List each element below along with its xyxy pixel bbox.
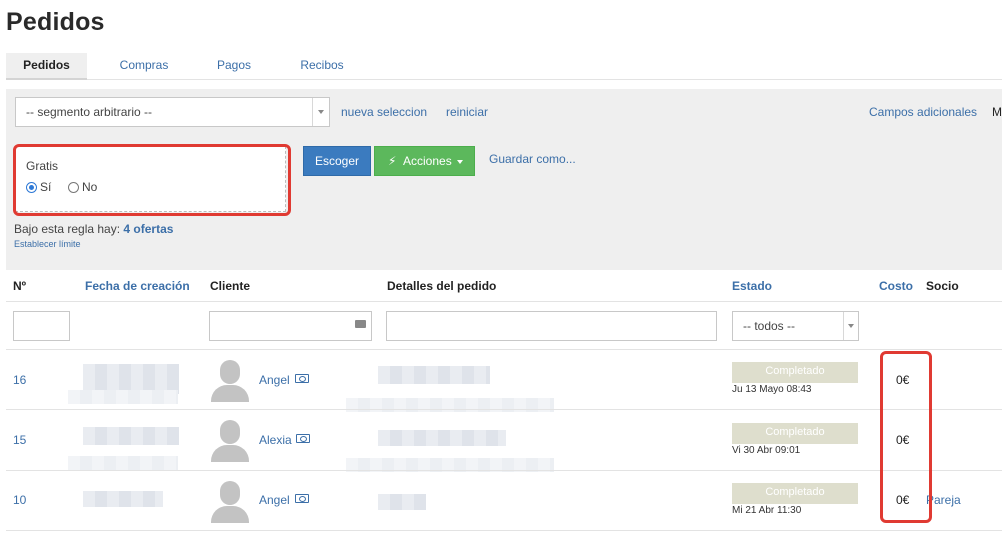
- table-row: 10 Angel Completado Mi 21 Abr 11:30 0€ P…: [6, 470, 1002, 530]
- client-name[interactable]: Angel: [259, 493, 290, 507]
- status-date: Mi 21 Abr 11:30: [732, 505, 802, 516]
- client-filter-input[interactable]: [209, 311, 372, 341]
- set-limit-link[interactable]: Establecer límite: [14, 239, 81, 249]
- col-header-details: Detalles del pedido: [387, 279, 497, 293]
- redacted-order-details: [378, 494, 426, 510]
- chevron-down-icon: [843, 312, 858, 340]
- redacted-created-date: [83, 427, 179, 445]
- money-icon[interactable]: [295, 374, 309, 383]
- redacted-order-details: [378, 366, 490, 384]
- table-row: 16 Angel Completado Ju 13 Mayo 08:43 0€: [6, 349, 1002, 412]
- status-filter-select[interactable]: -- todos --: [732, 311, 859, 341]
- col-header-client: Cliente: [210, 279, 251, 293]
- rule-offer-count[interactable]: 4 ofertas: [123, 222, 173, 236]
- money-icon[interactable]: [295, 494, 309, 503]
- order-number[interactable]: 16: [13, 373, 26, 387]
- more-link-truncated[interactable]: M: [992, 105, 1002, 119]
- order-number[interactable]: 15: [13, 433, 26, 447]
- status-badge: Completado: [732, 483, 858, 504]
- avatar: [210, 481, 250, 523]
- col-header-partner: Socio: [926, 279, 959, 293]
- col-header-status[interactable]: Estado: [732, 279, 772, 293]
- gratis-highlight: [13, 144, 291, 216]
- client-name[interactable]: Angel: [259, 373, 290, 387]
- order-number[interactable]: 10: [13, 493, 26, 507]
- tab-pedidos[interactable]: Pedidos: [6, 53, 87, 80]
- header-divider: [6, 301, 1002, 302]
- rule-summary: Bajo esta regla hay: 4 ofertas: [14, 222, 173, 236]
- avatar: [210, 360, 250, 402]
- rule-summary-text: Bajo esta regla hay:: [14, 222, 121, 236]
- redacted-created-date: [83, 491, 163, 507]
- col-header-number: Nº: [13, 279, 27, 293]
- avatar: [210, 420, 250, 462]
- additional-fields-link[interactable]: Campos adicionales: [869, 105, 977, 119]
- bolt-icon: ⚡: [388, 154, 397, 168]
- tab-compras[interactable]: Compras: [106, 53, 182, 80]
- redacted-created-shadow: [68, 390, 178, 404]
- status-filter-value: -- todos --: [743, 319, 796, 333]
- cost-column-highlight: [880, 351, 932, 523]
- new-selection-link[interactable]: nueva seleccion: [341, 105, 427, 119]
- status-date: Ju 13 Mayo 08:43: [732, 384, 812, 395]
- col-header-cost[interactable]: Costo: [879, 279, 913, 293]
- redacted-order-details: [378, 430, 506, 446]
- col-header-created[interactable]: Fecha de creación: [85, 279, 190, 293]
- table-bottom-divider: [6, 530, 1002, 531]
- reset-link[interactable]: reiniciar: [446, 105, 488, 119]
- chevron-down-icon: [312, 98, 329, 126]
- table-row: 15 Alexia Completado Vi 30 Abr 09:01 0€: [6, 409, 1002, 472]
- actions-button[interactable]: ⚡ Acciones: [374, 146, 475, 176]
- tab-recibos[interactable]: Recibos: [286, 53, 358, 80]
- ellipsis-icon[interactable]: [355, 314, 366, 328]
- segment-select-value: -- segmento arbitrario --: [26, 105, 153, 119]
- choose-button[interactable]: Escoger: [303, 146, 371, 176]
- page-title: Pedidos: [6, 8, 105, 36]
- caret-down-icon: [457, 160, 463, 164]
- status-badge: Completado: [732, 362, 858, 383]
- status-date: Vi 30 Abr 09:01: [732, 445, 801, 456]
- segment-select[interactable]: -- segmento arbitrario --: [15, 97, 330, 127]
- details-filter-input[interactable]: [386, 311, 717, 341]
- client-name[interactable]: Alexia: [259, 433, 292, 447]
- save-as-link[interactable]: Guardar como...: [489, 152, 576, 166]
- number-filter-input[interactable]: [13, 311, 70, 341]
- actions-button-label: Acciones: [403, 154, 452, 168]
- tab-pagos[interactable]: Pagos: [201, 53, 267, 80]
- status-badge: Completado: [732, 423, 858, 444]
- money-icon[interactable]: [296, 434, 310, 443]
- redacted-created-shadow: [68, 456, 178, 470]
- tab-bar: Pedidos Compras Pagos Recibos: [6, 53, 1002, 80]
